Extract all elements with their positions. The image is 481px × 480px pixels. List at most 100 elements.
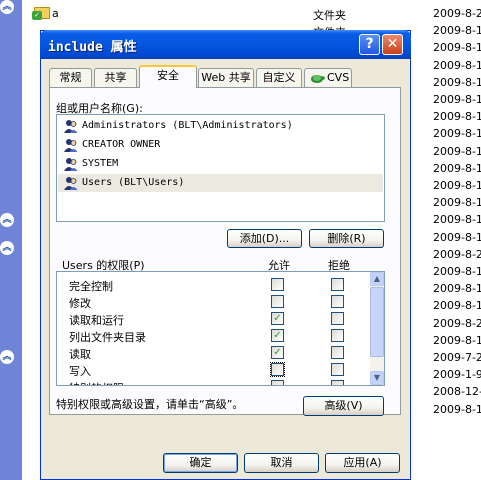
dialog-title: include 属性 bbox=[48, 40, 137, 55]
file-date: 2009-7-2 bbox=[433, 351, 481, 364]
folder-icon: ✓ bbox=[32, 7, 50, 20]
file-date: 2009-8-1 bbox=[433, 127, 481, 141]
tab-sharing[interactable]: 共享 bbox=[94, 68, 137, 87]
file-date: 2009-8-1 bbox=[433, 75, 481, 89]
file-date: 2009-8-1 bbox=[433, 41, 481, 55]
file-date: 2009-8-1 bbox=[433, 93, 481, 106]
user-name: SYSTEM bbox=[82, 158, 119, 169]
collapse-icon[interactable]: ︽ bbox=[0, 213, 14, 227]
check-icon: ✓ bbox=[32, 11, 42, 20]
remove-button[interactable]: 删除(R) bbox=[309, 229, 384, 248]
allow-checkbox[interactable] bbox=[270, 362, 285, 377]
allow-checkbox[interactable]: ✓ bbox=[271, 346, 284, 359]
collapse-icon[interactable]: ︽ bbox=[0, 350, 14, 364]
permission-name: 读取和运行 bbox=[69, 314, 124, 327]
advanced-hint: 特别权限或高级设置，请单击“高级”。 bbox=[56, 398, 244, 411]
file-date: 2009-8-1 bbox=[433, 333, 481, 347]
file-date: 2008-12- bbox=[433, 385, 481, 399]
user-group-icon bbox=[64, 120, 78, 133]
file-date: 2009-8-1 bbox=[433, 230, 481, 244]
permission-name: 修改 bbox=[69, 297, 91, 310]
tab-web-sharing[interactable]: Web 共享 bbox=[198, 68, 254, 87]
file-date: 2009-8-1 bbox=[433, 58, 481, 72]
user-list[interactable]: Administrators (BLT\Administrators) CREA… bbox=[56, 114, 385, 222]
tab-general[interactable]: 常规 bbox=[49, 68, 92, 87]
user-row-selected[interactable]: Users (BLT\Users) bbox=[58, 174, 383, 192]
scroll-down-icon[interactable]: ▼ bbox=[370, 371, 384, 385]
permissions-list: 完全控制修改读取和运行 ✓ 列出文件夹目录 ✓ 读取 ✓ 写入特别的权限 ▲ ▼ bbox=[56, 271, 385, 386]
deny-checkbox[interactable] bbox=[331, 380, 344, 385]
deny-checkbox[interactable] bbox=[331, 278, 344, 291]
tab-cvs[interactable]: CVS bbox=[304, 68, 352, 87]
permission-row: 读取和运行 ✓ bbox=[57, 310, 367, 327]
advanced-button[interactable]: 高级(V) bbox=[303, 396, 384, 416]
user-group-icon bbox=[64, 139, 78, 152]
cvs-turtle-icon bbox=[311, 75, 325, 83]
user-row[interactable]: SYSTEM bbox=[58, 155, 383, 173]
help-button[interactable]: ? bbox=[359, 34, 380, 55]
permissions-scrollbar[interactable]: ▲ ▼ bbox=[370, 272, 384, 385]
permission-name: 读取 bbox=[69, 348, 91, 361]
file-type: 文件夹 bbox=[313, 9, 346, 22]
scroll-up-icon[interactable]: ▲ bbox=[370, 272, 384, 286]
file-date: 2009-8-1 bbox=[433, 265, 481, 278]
allow-checkbox[interactable] bbox=[271, 278, 284, 291]
user-row[interactable]: CREATOR OWNER bbox=[58, 136, 383, 154]
user-row[interactable]: Administrators (BLT\Administrators) bbox=[58, 117, 383, 135]
tab-cvs-label: CVS bbox=[327, 71, 350, 84]
permission-row: 读取 ✓ bbox=[57, 344, 367, 361]
user-group-icon bbox=[64, 177, 78, 190]
file-date: 2009-8-2 bbox=[433, 7, 481, 20]
allow-checkbox[interactable] bbox=[271, 380, 284, 385]
file-date: 2009-8-1 bbox=[433, 144, 481, 158]
file-date: 2009-8-1 bbox=[433, 110, 481, 124]
collapse-icon[interactable]: ︽ bbox=[0, 0, 14, 14]
user-group-icon bbox=[64, 158, 78, 171]
title-bar[interactable]: include 属性 ? ✕ bbox=[40, 30, 411, 59]
permission-row: 写入 bbox=[57, 361, 367, 378]
file-date: 2009-8-1 bbox=[433, 299, 481, 313]
deny-checkbox[interactable] bbox=[331, 312, 344, 325]
user-name: CREATOR OWNER bbox=[82, 139, 161, 150]
apply-button[interactable]: 应用(A) bbox=[325, 453, 400, 473]
permission-row: 列出文件夹目录 ✓ bbox=[57, 327, 367, 344]
close-icon: ✕ bbox=[386, 36, 399, 52]
file-date: 2009-8-1 bbox=[433, 213, 481, 227]
permission-name: 特别的权限 bbox=[69, 380, 124, 385]
file-date: 2009-8-1 bbox=[433, 282, 481, 296]
task-pane: ︽ ︽ ︽ ︽ bbox=[0, 0, 22, 480]
collapse-icon[interactable]: ︽ bbox=[0, 241, 14, 255]
user-name: Administrators (BLT\Administrators) bbox=[82, 120, 293, 131]
file-date: 2009-8-1 bbox=[433, 196, 481, 210]
deny-checkbox[interactable] bbox=[331, 329, 344, 342]
allow-checkbox[interactable]: ✓ bbox=[271, 312, 284, 325]
file-name: a bbox=[52, 7, 59, 20]
deny-checkbox[interactable] bbox=[331, 363, 344, 376]
tab-custom[interactable]: 自定义 bbox=[256, 68, 302, 87]
user-name: Users (BLT\Users) bbox=[82, 177, 185, 188]
permission-name: 完全控制 bbox=[69, 280, 113, 293]
file-date: 2009-8-1 bbox=[433, 402, 481, 416]
permission-row: 完全控制 bbox=[57, 276, 367, 293]
ok-button[interactable]: 确定 bbox=[163, 453, 238, 473]
tab-security[interactable]: 安全 bbox=[139, 65, 197, 88]
close-button[interactable]: ✕ bbox=[382, 34, 403, 55]
permission-name: 列出文件夹目录 bbox=[69, 331, 146, 344]
permission-row: 修改 bbox=[57, 293, 367, 310]
file-date: 2009-8-1 bbox=[433, 24, 481, 38]
file-date: 2009-8-1 bbox=[433, 161, 481, 175]
cancel-button[interactable]: 取消 bbox=[244, 453, 319, 473]
file-row[interactable]: ✓ a 文件夹 2009-8-2 bbox=[22, 5, 481, 22]
properties-dialog: include 属性 ? ✕ 常规 共享 安全 Web 共享 自定义 CVS 组… bbox=[40, 30, 411, 480]
deny-checkbox[interactable] bbox=[331, 295, 344, 308]
scroll-thumb[interactable] bbox=[370, 287, 384, 357]
allow-checkbox[interactable] bbox=[271, 295, 284, 308]
file-date: 2009-8-1 bbox=[433, 179, 481, 192]
file-date: 2009-1-9 bbox=[433, 368, 481, 382]
file-date: 2009-8-2 bbox=[433, 316, 481, 330]
permission-row: 特别的权限 bbox=[57, 378, 367, 385]
file-date: 2009-8-2 bbox=[433, 247, 481, 261]
allow-checkbox[interactable]: ✓ bbox=[271, 329, 284, 342]
deny-checkbox[interactable] bbox=[331, 346, 344, 359]
add-button[interactable]: 添加(D)... bbox=[227, 229, 302, 248]
